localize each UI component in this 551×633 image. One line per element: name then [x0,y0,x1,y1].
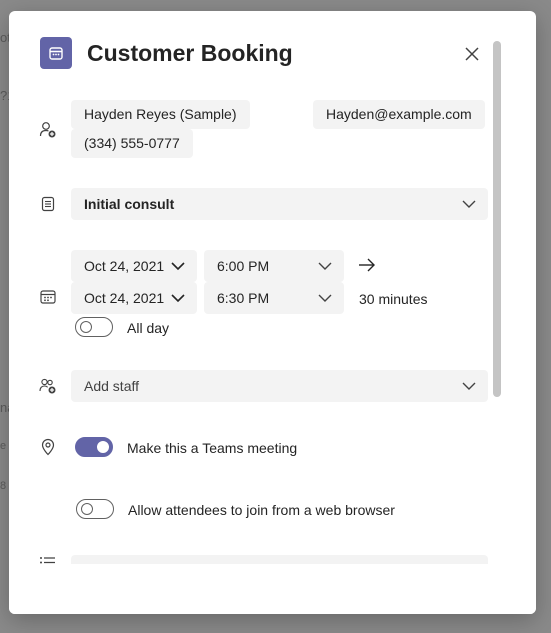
chevron-down-icon [171,294,185,303]
service-select-value: Initial consult [84,196,175,212]
toggle-knob [80,321,92,333]
customer-phone-field[interactable]: (334) 555-0777 [71,129,193,158]
start-date-value: Oct 24, 2021 [84,258,165,274]
customer-name-field[interactable]: Hayden Reyes (Sample) [71,100,250,129]
backdrop-text: e [0,440,7,452]
dialog-footer [9,564,536,614]
notes-field[interactable] [71,555,488,564]
calendar-icon [40,37,72,69]
toggle-knob [97,441,109,453]
arrow-right-icon [359,258,375,272]
all-day-label: All day [127,320,170,336]
close-icon [465,47,479,61]
start-date-picker[interactable]: Oct 24, 2021 [71,250,197,282]
notes-icon [41,196,55,212]
service-select[interactable]: Initial consult [71,188,488,220]
customer-booking-dialog: Customer Booking Hayden Reyes (Sample) H… [9,11,536,614]
chevron-down-icon [462,200,476,208]
scrollbar[interactable] [493,41,501,397]
location-icon [41,438,55,456]
start-time-value: 6:00 PM [217,258,270,274]
add-staff-placeholder: Add staff [84,378,140,394]
chevron-down-icon [318,294,332,302]
calendar-icon [40,290,56,304]
chevron-down-icon [318,262,332,270]
add-staff-select[interactable]: Add staff [71,370,488,402]
teams-meeting-label: Make this a Teams meeting [127,440,298,456]
chevron-down-icon [171,262,185,271]
all-day-toggle[interactable] [75,317,113,337]
chevron-down-icon [462,382,476,390]
end-time-value: 6:30 PM [217,290,270,306]
teams-meeting-toggle[interactable] [75,437,113,457]
toggle-knob [81,503,93,515]
close-button[interactable] [462,44,482,64]
web-browser-label: Allow attendees to join from a web brows… [128,502,395,518]
customer-email-field[interactable]: Hayden@example.com [313,100,485,129]
dialog-title: Customer Booking [87,40,293,66]
web-browser-toggle[interactable] [76,499,114,519]
end-date-picker[interactable]: Oct 24, 2021 [71,282,197,314]
list-icon [40,557,55,564]
duration-label: 30 minutes [359,291,428,307]
backdrop-text: 8 [0,480,7,492]
end-date-value: Oct 24, 2021 [84,290,165,306]
end-time-picker[interactable]: 6:30 PM [204,282,344,314]
person-add-icon [39,122,56,138]
people-add-icon [39,378,56,394]
dialog-header: Customer Booking [39,37,496,71]
start-time-picker[interactable]: 6:00 PM [204,250,344,282]
